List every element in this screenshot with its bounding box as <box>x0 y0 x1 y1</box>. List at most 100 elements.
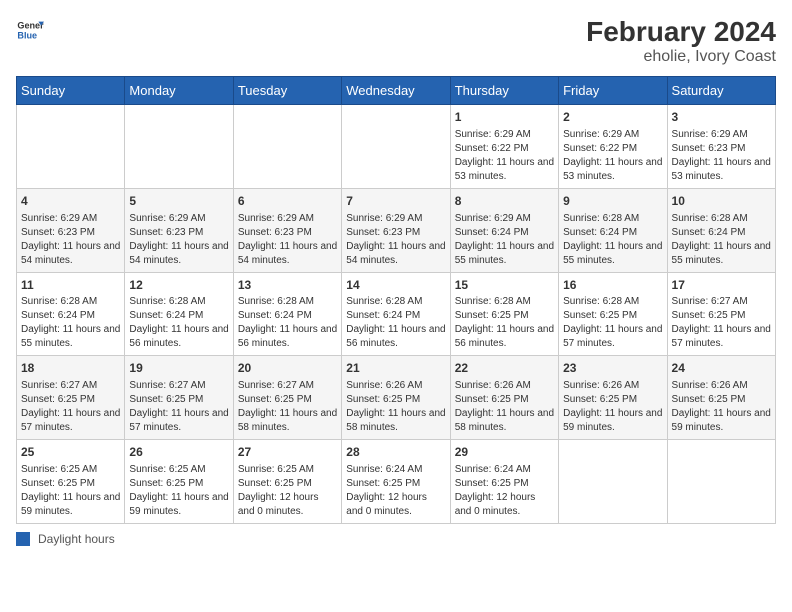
calendar-cell: 14Sunrise: 6:28 AM Sunset: 6:24 PM Dayli… <box>342 272 450 356</box>
day-number: 29 <box>455 444 554 461</box>
calendar-week-row: 25 Sunrise: 6:25 AM Sunset: 6:25 PM Dayli… <box>17 440 776 524</box>
calendar-cell <box>17 105 125 189</box>
day-info: Sunrise: 6:26 AM Sunset: 6:25 PM Dayligh… <box>563 379 662 435</box>
day-number: 14 <box>346 277 445 294</box>
calendar-cell: 25 Sunrise: 6:25 AM Sunset: 6:25 PM Dayli… <box>17 440 125 524</box>
day-info: Sunrise: 6:29 AM Sunset: 6:22 PM Dayligh… <box>455 128 554 184</box>
calendar-cell: 11Sunrise: 6:28 AM Sunset: 6:24 PM Dayli… <box>17 272 125 356</box>
dow-header-cell: Thursday <box>450 77 558 105</box>
day-number: 22 <box>455 360 554 377</box>
day-number: 9 <box>563 193 662 210</box>
day-number: 11 <box>21 277 120 294</box>
day-info: Sunrise: 6:28 AM Sunset: 6:25 PM Dayligh… <box>563 295 662 351</box>
day-number: 12 <box>129 277 228 294</box>
calendar-cell: 6Sunrise: 6:29 AM Sunset: 6:23 PM Daylig… <box>233 188 341 272</box>
calendar-cell: 10Sunrise: 6:28 AM Sunset: 6:24 PM Dayli… <box>667 188 775 272</box>
day-info: Sunrise: 6:24 AM Sunset: 6:25 PM Dayligh… <box>346 463 445 519</box>
calendar-cell: 13Sunrise: 6:28 AM Sunset: 6:24 PM Dayli… <box>233 272 341 356</box>
calendar-cell: 8Sunrise: 6:29 AM Sunset: 6:24 PM Daylig… <box>450 188 558 272</box>
calendar-cell: 16Sunrise: 6:28 AM Sunset: 6:25 PM Dayli… <box>559 272 667 356</box>
calendar-week-row: 18 Sunrise: 6:27 AM Sunset: 6:25 PM Dayli… <box>17 356 776 440</box>
dow-header-cell: Wednesday <box>342 77 450 105</box>
calendar-cell: 27 Sunrise: 6:25 AM Sunset: 6:25 PM Dayli… <box>233 440 341 524</box>
day-number: 1 <box>455 109 554 126</box>
day-number: 26 <box>129 444 228 461</box>
day-info: Sunrise: 6:29 AM Sunset: 6:23 PM Dayligh… <box>238 212 337 268</box>
dow-header-cell: Friday <box>559 77 667 105</box>
dow-header-cell: Sunday <box>17 77 125 105</box>
calendar-table: SundayMondayTuesdayWednesdayThursdayFrid… <box>16 76 776 524</box>
calendar-cell: 17Sunrise: 6:27 AM Sunset: 6:25 PM Dayli… <box>667 272 775 356</box>
day-info: Sunrise: 6:28 AM Sunset: 6:24 PM Dayligh… <box>563 212 662 268</box>
page-title: February 2024 <box>586 16 776 48</box>
day-number: 21 <box>346 360 445 377</box>
calendar-cell: 23Sunrise: 6:26 AM Sunset: 6:25 PM Dayli… <box>559 356 667 440</box>
day-info: Sunrise: 6:28 AM Sunset: 6:24 PM Dayligh… <box>346 295 445 351</box>
calendar-cell <box>667 440 775 524</box>
calendar-cell: 26 Sunrise: 6:25 AM Sunset: 6:25 PM Dayli… <box>125 440 233 524</box>
day-number: 24 <box>672 360 771 377</box>
calendar-cell <box>342 105 450 189</box>
svg-text:Blue: Blue <box>17 30 37 40</box>
day-info: Sunrise: 6:28 AM Sunset: 6:24 PM Dayligh… <box>129 295 228 351</box>
calendar-week-row: 4 Sunrise: 6:29 AM Sunset: 6:23 PM Daylig… <box>17 188 776 272</box>
day-number: 20 <box>238 360 337 377</box>
calendar-cell: 12Sunrise: 6:28 AM Sunset: 6:24 PM Dayli… <box>125 272 233 356</box>
day-info: Sunrise: 6:25 AM Sunset: 6:25 PM Dayligh… <box>129 463 228 519</box>
calendar-cell: 5 Sunrise: 6:29 AM Sunset: 6:23 PM Daylig… <box>125 188 233 272</box>
calendar-week-row: 11Sunrise: 6:28 AM Sunset: 6:24 PM Dayli… <box>17 272 776 356</box>
calendar-cell: 19Sunrise: 6:27 AM Sunset: 6:25 PM Dayli… <box>125 356 233 440</box>
day-number: 5 <box>129 193 228 210</box>
day-number: 4 <box>21 193 120 210</box>
day-info: Sunrise: 6:29 AM Sunset: 6:23 PM Dayligh… <box>21 212 120 268</box>
calendar-cell: 20 Sunrise: 6:27 AM Sunset: 6:25 PM Dayli… <box>233 356 341 440</box>
day-info: Sunrise: 6:29 AM Sunset: 6:23 PM Dayligh… <box>129 212 228 268</box>
calendar-cell: 29 Sunrise: 6:24 AM Sunset: 6:25 PM Dayli… <box>450 440 558 524</box>
day-info: Sunrise: 6:28 AM Sunset: 6:24 PM Dayligh… <box>21 295 120 351</box>
day-info: Sunrise: 6:26 AM Sunset: 6:25 PM Dayligh… <box>346 379 445 435</box>
day-number: 28 <box>346 444 445 461</box>
day-info: Sunrise: 6:29 AM Sunset: 6:23 PM Dayligh… <box>672 128 771 184</box>
calendar-cell: 21 Sunrise: 6:26 AM Sunset: 6:25 PM Dayli… <box>342 356 450 440</box>
calendar-cell: 7 Sunrise: 6:29 AM Sunset: 6:23 PM Daylig… <box>342 188 450 272</box>
day-info: Sunrise: 6:25 AM Sunset: 6:25 PM Dayligh… <box>21 463 120 519</box>
page-subtitle: eholie, Ivory Coast <box>586 48 776 66</box>
day-info: Sunrise: 6:26 AM Sunset: 6:25 PM Dayligh… <box>672 379 771 435</box>
day-number: 2 <box>563 109 662 126</box>
day-number: 8 <box>455 193 554 210</box>
dow-header-cell: Monday <box>125 77 233 105</box>
day-number: 27 <box>238 444 337 461</box>
day-number: 17 <box>672 277 771 294</box>
calendar-cell: 15Sunrise: 6:28 AM Sunset: 6:25 PM Dayli… <box>450 272 558 356</box>
day-info: Sunrise: 6:27 AM Sunset: 6:25 PM Dayligh… <box>129 379 228 435</box>
calendar-week-row: 1 Sunrise: 6:29 AM Sunset: 6:22 PM Daylig… <box>17 105 776 189</box>
calendar-cell: 2Sunrise: 6:29 AM Sunset: 6:22 PM Daylig… <box>559 105 667 189</box>
calendar-cell: 28 Sunrise: 6:24 AM Sunset: 6:25 PM Dayli… <box>342 440 450 524</box>
dow-header-cell: Tuesday <box>233 77 341 105</box>
title-block: February 2024 eholie, Ivory Coast <box>586 16 776 66</box>
legend-label: Daylight hours <box>38 532 115 546</box>
calendar-cell <box>559 440 667 524</box>
calendar-cell: 22 Sunrise: 6:26 AM Sunset: 6:25 PM Dayli… <box>450 356 558 440</box>
calendar-body: 1 Sunrise: 6:29 AM Sunset: 6:22 PM Daylig… <box>17 105 776 524</box>
day-info: Sunrise: 6:24 AM Sunset: 6:25 PM Dayligh… <box>455 463 554 519</box>
day-info: Sunrise: 6:26 AM Sunset: 6:25 PM Dayligh… <box>455 379 554 435</box>
day-info: Sunrise: 6:29 AM Sunset: 6:23 PM Dayligh… <box>346 212 445 268</box>
page-header: General Blue February 2024 eholie, Ivory… <box>16 16 776 66</box>
day-info: Sunrise: 6:27 AM Sunset: 6:25 PM Dayligh… <box>21 379 120 435</box>
calendar-cell: 9 Sunrise: 6:28 AM Sunset: 6:24 PM Daylig… <box>559 188 667 272</box>
day-number: 7 <box>346 193 445 210</box>
day-number: 15 <box>455 277 554 294</box>
calendar-cell: 1 Sunrise: 6:29 AM Sunset: 6:22 PM Daylig… <box>450 105 558 189</box>
day-number: 18 <box>21 360 120 377</box>
day-number: 16 <box>563 277 662 294</box>
footer: Daylight hours <box>16 532 776 546</box>
day-info: Sunrise: 6:25 AM Sunset: 6:25 PM Dayligh… <box>238 463 337 519</box>
day-number: 25 <box>21 444 120 461</box>
day-info: Sunrise: 6:27 AM Sunset: 6:25 PM Dayligh… <box>238 379 337 435</box>
day-info: Sunrise: 6:28 AM Sunset: 6:25 PM Dayligh… <box>455 295 554 351</box>
day-info: Sunrise: 6:28 AM Sunset: 6:24 PM Dayligh… <box>238 295 337 351</box>
calendar-cell <box>125 105 233 189</box>
logo: General Blue <box>16 16 44 44</box>
day-of-week-header-row: SundayMondayTuesdayWednesdayThursdayFrid… <box>17 77 776 105</box>
